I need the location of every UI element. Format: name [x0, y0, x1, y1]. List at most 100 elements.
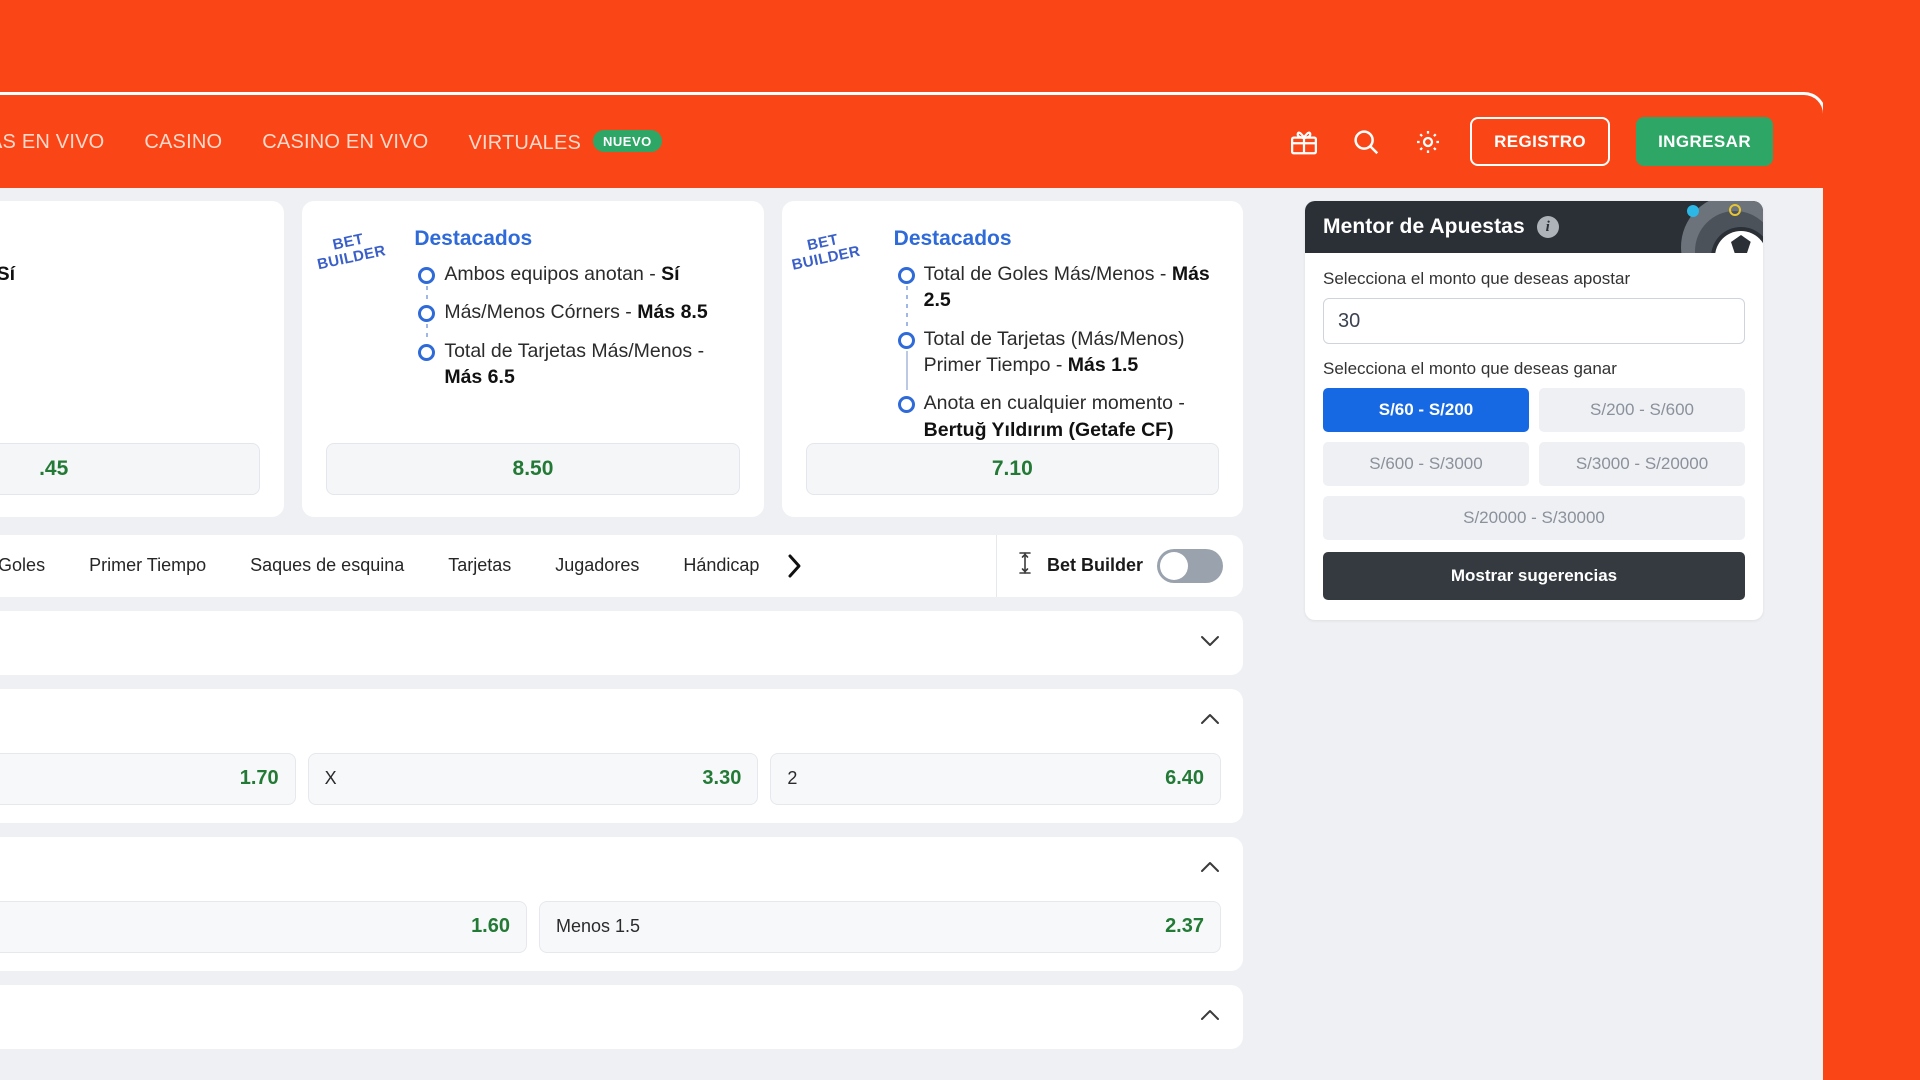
nav-item-casino-en-vivo[interactable]: CASINO EN VIVO [262, 131, 428, 154]
tab-saques-de-esquina[interactable]: Saques de esquina [228, 555, 426, 576]
betbuilder-card-head: ambos tiempos - Sí [0, 227, 260, 287]
selection-text: Total de Tarjetas Más/Menos - [444, 339, 705, 362]
odds-value: 2.37 [1165, 915, 1204, 938]
betbuilder-toggle-group: Bet Builder [995, 534, 1243, 597]
betbuilder-selection: Ambos equipos anotan - Sí [414, 261, 739, 300]
betbuilder-odds-button[interactable]: 8.50 [326, 442, 740, 495]
betbuilder-logo: BET BUILDER [785, 228, 901, 449]
nav-item-virtuales[interactable]: VIRTUALES NUEVO [468, 130, 662, 155]
betbuilder-selection-list: Total de Goles Más/Menos - Más 2.5 Total… [894, 261, 1219, 443]
chevron-right-icon[interactable] [787, 553, 803, 579]
odds-cell-menos[interactable]: Menos 1.5 2.37 [539, 900, 1221, 953]
nav-item-casino[interactable]: CASINO [144, 131, 222, 154]
mentor-card-body: Selecciona el monto que deseas apostar S… [1305, 253, 1763, 620]
odds-cell-2[interactable]: 2 6.40 [770, 752, 1222, 805]
betbuilder-selection-list: Ambos equipos anotan - Sí Más/Menos Córn… [414, 261, 739, 390]
odds-value: 1.60 [471, 915, 510, 938]
tab-primer-tiempo[interactable]: Primer Tiempo [67, 555, 228, 576]
mentor-title: Mentor de Apuestas [1323, 215, 1525, 238]
mostrar-sugerencias-button[interactable]: Mostrar sugerencias [1323, 552, 1745, 600]
odds-cell-mas[interactable]: 1.60 [0, 900, 527, 953]
odds-label: X [324, 768, 337, 789]
market-header[interactable]: +2 [0, 689, 1221, 753]
market-supercuotas: SuperCuotas SC [0, 610, 1243, 675]
selection-pick: Más 1.5 [1067, 353, 1139, 376]
market-tabs: Más/Menos Goles Primer Tiempo Saques de … [0, 553, 813, 579]
market-mas-menos: enos [0, 836, 1243, 971]
odds-cell-1[interactable]: 1.70 [0, 752, 296, 805]
market-header[interactable]: SuperCuotas SC [0, 611, 1221, 675]
chevron-up-icon[interactable] [1199, 857, 1221, 880]
betbuilder-card-title: Destacados [414, 227, 533, 250]
gear-icon[interactable] [1408, 122, 1448, 162]
betbuilder-card: ambos tiempos - Sí .45 [0, 201, 285, 517]
mentor-de-apuestas-card: Mentor de Apuestas i Selecciona el monto… [1305, 201, 1763, 620]
info-icon[interactable]: i [1536, 216, 1559, 238]
gift-icon[interactable] [1284, 122, 1324, 162]
tab-jugadores[interactable]: Jugadores [533, 555, 661, 576]
betbuilder-card-row: ambos tiempos - Sí .45 BET BUILDER [0, 201, 1243, 517]
tab-goles[interactable]: Goles [0, 555, 67, 576]
range-button-200-600[interactable]: S/200 - S/600 [1539, 388, 1745, 432]
range-button-3000-20000[interactable]: S/3000 - S/20000 [1539, 442, 1745, 486]
tab-tarjetas[interactable]: Tarjetas [426, 555, 533, 576]
market-header[interactable]: n [0, 985, 1221, 1049]
ingresar-button[interactable]: INGRESAR [1636, 117, 1773, 166]
odds-value: 1.70 [239, 767, 279, 790]
right-sidebar: Mentor de Apuestas i Selecciona el monto… [1305, 201, 1763, 620]
odds-label: Menos 1.5 [556, 916, 641, 937]
market-1x2: +2 [0, 688, 1243, 823]
range-button-60-200[interactable]: S/60 - S/200 [1323, 388, 1529, 432]
betbuilder-selection: Total de Tarjetas Más/Menos - Más 6.5 [414, 338, 739, 391]
nav-item-virtuales-label: VIRTUALES [468, 132, 582, 154]
betbuilder-card-head: BET BUILDER Destacados Total de Goles Má… [790, 227, 1219, 443]
betbuilder-selection: Total de Goles Más/Menos - Más 2.5 [894, 261, 1219, 326]
selection-text: Más/Menos Córners - [444, 301, 638, 324]
odds-cell-x[interactable]: X 3.30 [307, 752, 759, 805]
market-tabs-bar: Más/Menos Goles Primer Tiempo Saques de … [0, 534, 1243, 597]
main-nav: AS EN VIVO CASINO CASINO EN VIVO VIRTUAL… [0, 130, 662, 155]
range-button-600-3000[interactable]: S/600 - S/3000 [1323, 442, 1529, 486]
main-content: ambos tiempos - Sí .45 BET BUILDER [0, 201, 1243, 1049]
betbuilder-selection: Más/Menos Córners - Más 8.5 [414, 299, 739, 339]
market-header[interactable]: enos [0, 837, 1221, 901]
betbuilder-toggle[interactable] [1157, 548, 1223, 583]
betbuilder-selection: Anota en cualquier momento - Bertuğ Yıld… [894, 390, 1219, 443]
right-orange-gutter [1823, 0, 1920, 1080]
chevron-up-icon[interactable] [1199, 709, 1221, 732]
stake-amount-input[interactable] [1323, 298, 1745, 344]
selection-pick: Bertuğ Yıldırım (Getafe CF) [923, 418, 1174, 441]
selection-pick: Sí [661, 263, 680, 285]
tab-handicap[interactable]: Hándicap [661, 555, 781, 576]
betbuilder-card-title: Destacados [893, 227, 1012, 250]
stake-amount-label: Selecciona el monto que deseas apostar [1323, 269, 1631, 288]
odds-row: 1.60 Menos 1.5 2.37 [0, 900, 1221, 971]
page-shell: AS EN VIVO CASINO CASINO EN VIVO VIRTUAL… [0, 92, 1826, 1080]
selection-pick: Más 8.5 [637, 301, 708, 324]
registro-button[interactable]: REGISTRO [1470, 117, 1611, 166]
betbuilder-odds-button[interactable]: .45 [0, 442, 261, 495]
chevron-up-icon[interactable] [1199, 1005, 1221, 1028]
selection-text: Anota en cualquier momento - [923, 392, 1185, 415]
odds-value: 3.30 [702, 767, 742, 790]
range-button-20000-30000[interactable]: S/20000 - S/30000 [1323, 496, 1745, 540]
nuevo-badge: NUEVO [593, 130, 662, 152]
resize-handle-icon[interactable] [1017, 550, 1033, 581]
selection-pick: Más 6.5 [444, 365, 515, 388]
betbuilder-toggle-label: Bet Builder [1046, 555, 1143, 576]
search-icon[interactable] [1346, 122, 1386, 162]
betbuilder-card: BET BUILDER Destacados Ambos equipos ano… [302, 201, 764, 517]
selection-text: Ambos equipos anotan - [444, 263, 662, 285]
app-root: AS EN VIVO CASINO CASINO EN VIVO VIRTUAL… [0, 0, 1920, 1080]
nav-item-apuestas-en-vivo[interactable]: AS EN VIVO [0, 131, 104, 154]
selection-text: Total de Goles Más/Menos - [923, 263, 1172, 285]
selection-text: Total de Tarjetas (Más/Menos) Primer Tie… [923, 327, 1185, 376]
site-header: AS EN VIVO CASINO CASINO EN VIVO VIRTUAL… [0, 95, 1823, 188]
betbuilder-logo: BET BUILDER [311, 227, 416, 396]
odds-row: 1.70 X 3.30 2 6.40 [0, 752, 1222, 823]
chevron-down-icon[interactable] [1199, 631, 1221, 654]
betbuilder-selection: Total de Tarjetas (Más/Menos) Primer Tie… [894, 326, 1219, 390]
market-partial: n [0, 984, 1243, 1049]
betbuilder-odds-button[interactable]: 7.10 [805, 442, 1219, 495]
win-range-grid: S/60 - S/200 S/200 - S/600 S/600 - S/300… [1323, 388, 1745, 540]
